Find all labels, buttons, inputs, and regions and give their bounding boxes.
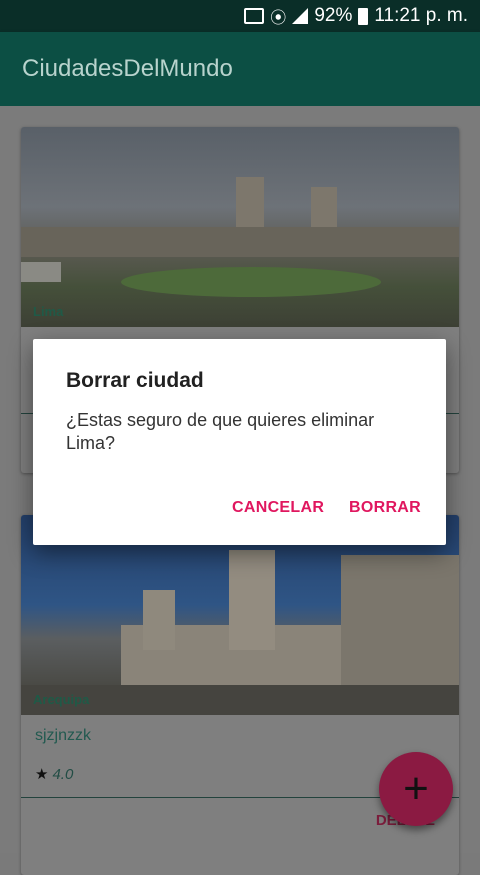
delete-city-dialog: Borrar ciudad ¿Estas seguro de que quier… xyxy=(33,339,446,545)
battery-percent: 92% xyxy=(314,5,353,26)
confirm-delete-button[interactable]: BORRAR xyxy=(349,499,421,517)
cast-icon xyxy=(244,8,265,24)
signal-icon xyxy=(292,8,309,24)
status-bar: ⦿ 92% 11:21 p. m. xyxy=(0,0,480,32)
dialog-message: ¿Estas seguro de que quieres eliminar Li… xyxy=(66,410,375,453)
add-city-fab[interactable]: + xyxy=(379,752,453,826)
image-caption: Arequipa xyxy=(33,692,90,707)
battery-icon xyxy=(358,7,369,25)
city-image-lima: Lima xyxy=(21,127,459,327)
rating-value: 4.0 xyxy=(52,765,74,783)
city-card-arequipa[interactable]: Arequipa sjzjnzzk ★ 4.0 DELETE xyxy=(21,515,459,875)
app-title: CiudadesDelMundo xyxy=(22,55,233,82)
app-bar: CiudadesDelMundo xyxy=(0,32,480,106)
star-icon: ★ xyxy=(35,766,49,783)
clock: 11:21 p. m. xyxy=(374,5,468,26)
image-caption: Lima xyxy=(33,304,64,319)
dialog-title: Borrar ciudad xyxy=(66,369,204,392)
city-name: sjzjnzzk xyxy=(35,727,92,744)
cancel-button[interactable]: CANCELAR xyxy=(232,499,324,517)
plus-icon: + xyxy=(403,764,429,813)
city-image-arequipa: Arequipa xyxy=(21,515,459,715)
wifi-icon: ⦿ xyxy=(270,10,287,27)
